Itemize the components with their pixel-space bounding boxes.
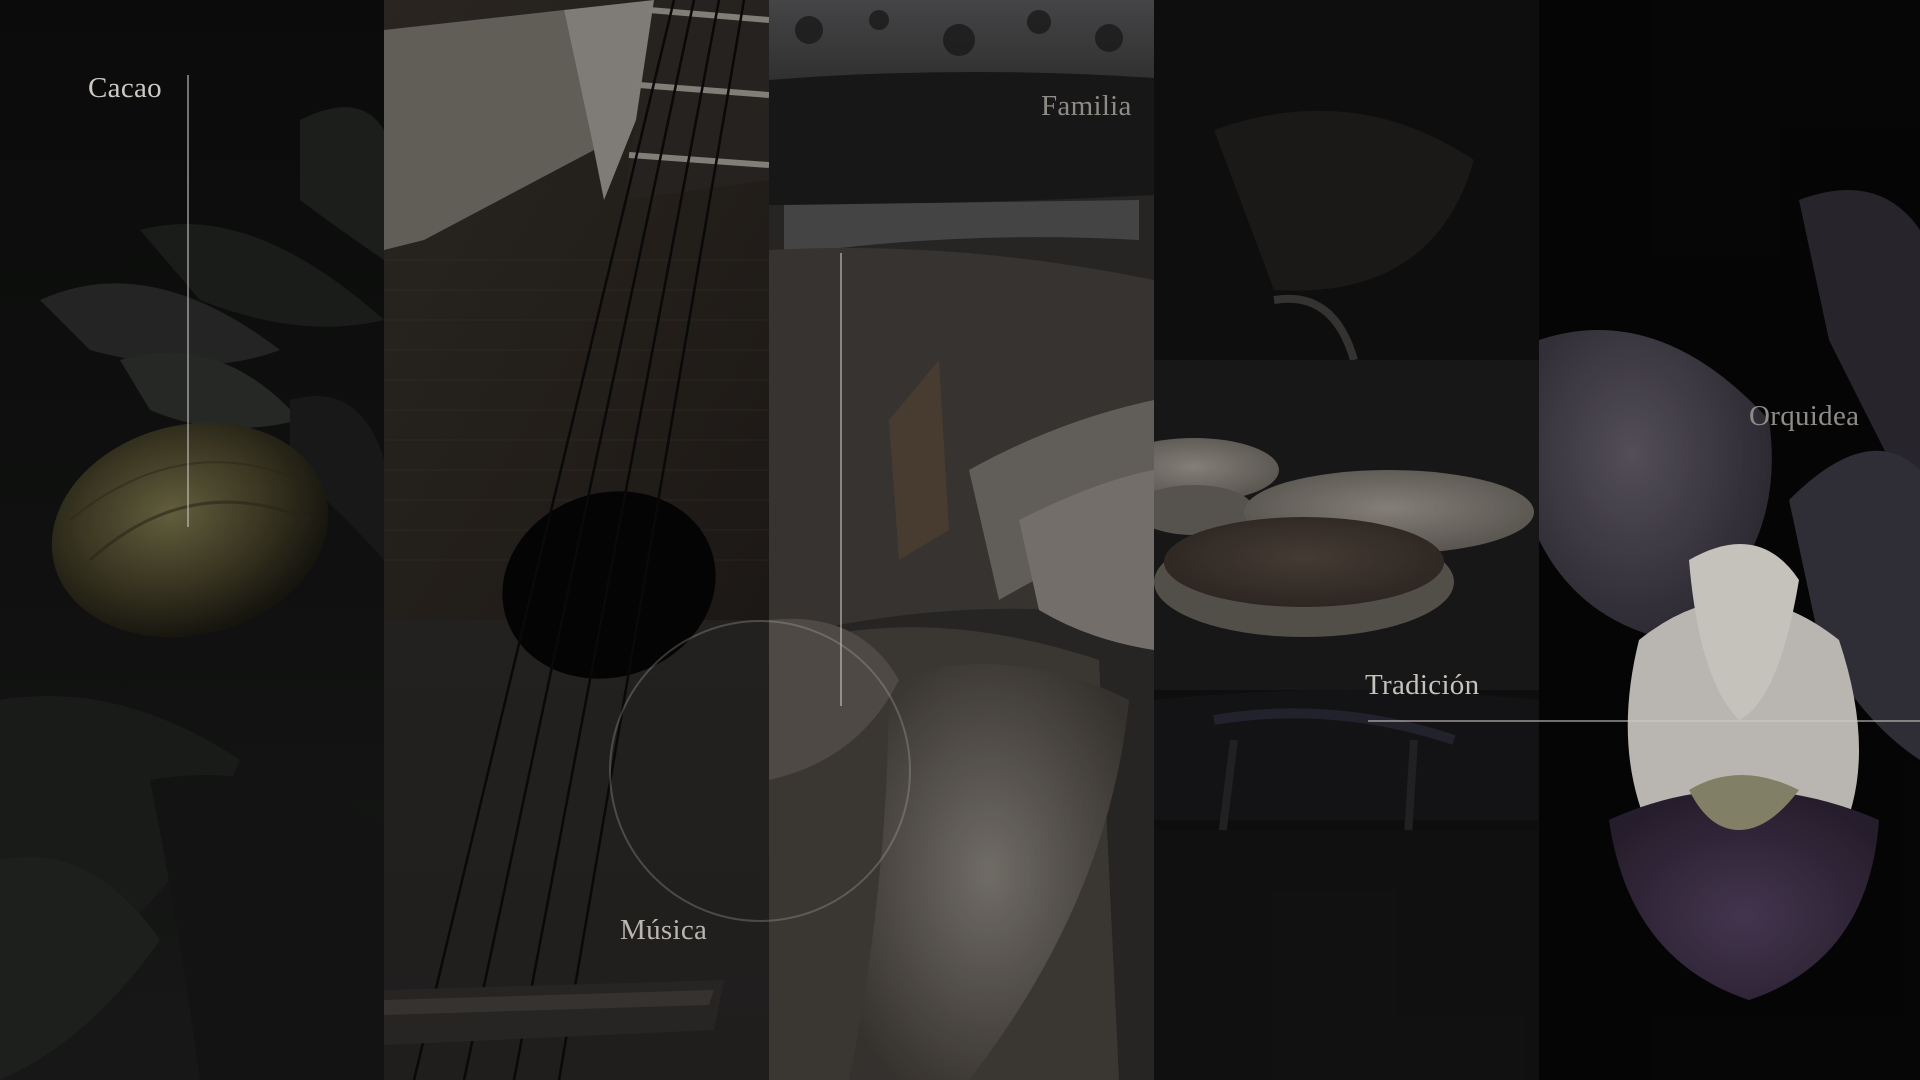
cacao-pod-photo-icon [0,0,384,1080]
label-tradicion[interactable]: Tradición [1365,669,1479,702]
musica-ring [609,620,911,922]
label-familia[interactable]: Familia [1041,90,1132,123]
orchid-photo-icon [1539,0,1920,1080]
panel-cacao[interactable] [0,0,384,1080]
gallery-stage: Cacao Música Familia Tradición Orquidea [0,0,1920,1080]
panel-familia[interactable] [769,0,1154,1080]
arepas-photo-icon [1154,0,1539,1080]
panel-musica[interactable] [384,0,769,1080]
cacao-vertical-rule [187,75,189,527]
guitar-photo-icon [384,0,769,1080]
label-cacao[interactable]: Cacao [88,72,162,105]
firewood-photo-icon [769,0,1154,1080]
panel-tradicion[interactable] [1154,0,1539,1080]
panel-orquidea[interactable] [1539,0,1920,1080]
tradicion-horizontal-rule [1368,720,1920,722]
familia-vertical-rule [840,253,842,706]
label-musica[interactable]: Música [620,914,707,947]
label-orquidea[interactable]: Orquidea [1749,400,1859,433]
